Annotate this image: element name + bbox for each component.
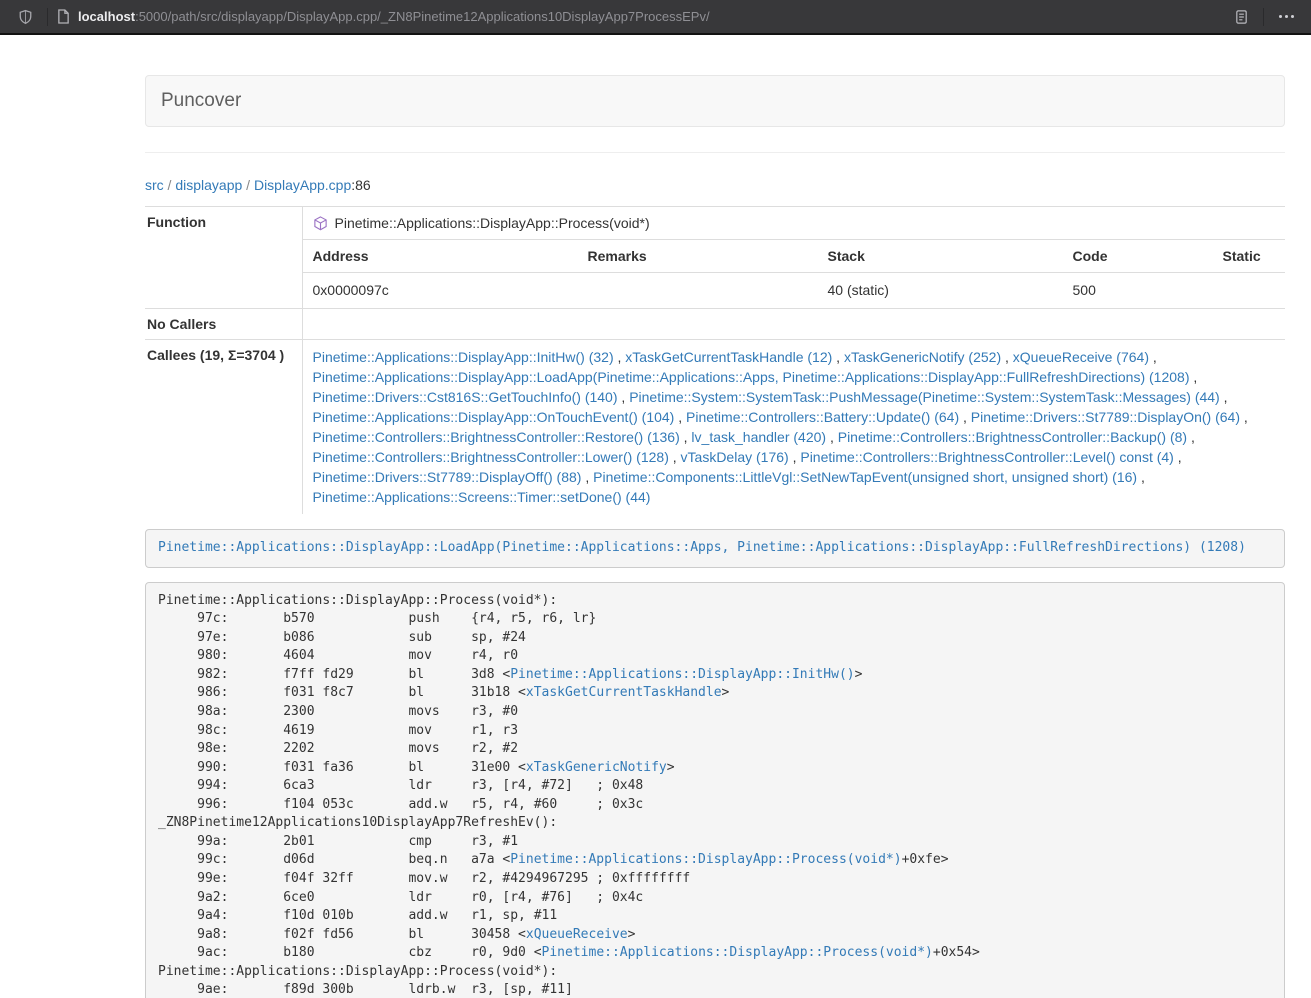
breadcrumb-separator: / (242, 177, 254, 193)
url-path: :5000/path/src/displayapp/DisplayApp.cpp… (135, 9, 710, 24)
tracking-shield-icon[interactable] (12, 4, 38, 30)
callee-link[interactable]: Pinetime::Components::LittleVgl::SetNewT… (593, 469, 1137, 485)
url-bar[interactable]: localhost:5000/path/src/displayapp/Displ… (57, 9, 710, 24)
disassembly: Pinetime::Applications::DisplayApp::Proc… (145, 582, 1285, 998)
function-name: Pinetime::Applications::DisplayApp::Proc… (335, 213, 650, 233)
code-value: 500 (1063, 273, 1213, 309)
col-static: Static (1213, 240, 1286, 273)
address-value: 0x0000097c (303, 273, 578, 309)
symbol-link[interactable]: xTaskGetCurrentTaskHandle (526, 685, 722, 700)
table-row-callees: Callees (19, Σ=3704 ) Pinetime::Applicat… (145, 340, 1285, 515)
table-row-function: Function Pinetime::Applications::Display… (145, 207, 1285, 309)
toolbar-divider (47, 8, 48, 26)
no-callers-label: No Callers (145, 309, 302, 340)
callee-link[interactable]: Pinetime::Controllers::Battery::Update()… (686, 409, 959, 425)
callee-link[interactable]: Pinetime::Controllers::BrightnessControl… (313, 449, 669, 465)
callee-link[interactable]: Pinetime::Applications::DisplayApp::OnTo… (313, 409, 675, 425)
breadcrumb-link[interactable]: displayapp (175, 177, 242, 193)
url-host: localhost (78, 9, 135, 24)
static-value (1213, 273, 1286, 309)
callee-link[interactable]: Pinetime::System::SystemTask::PushMessag… (629, 389, 1220, 405)
symbol-link[interactable]: xQueueReceive (526, 927, 628, 942)
callee-link[interactable]: Pinetime::Applications::DisplayApp::Init… (313, 349, 614, 365)
breadcrumb-line-number: :86 (351, 177, 370, 193)
breadcrumb-separator: / (164, 177, 176, 193)
symbol-cube-icon (313, 216, 328, 231)
snippet-box: Pinetime::Applications::DisplayApp::Load… (145, 529, 1285, 568)
col-code: Code (1063, 240, 1213, 273)
symbol-link[interactable]: xTaskGenericNotify (526, 760, 667, 775)
callee-link[interactable]: lv_task_handler (420) (691, 429, 826, 445)
callees-label: Callees (19, Σ=3704 ) (145, 340, 302, 515)
function-label: Function (145, 207, 302, 309)
function-detail-table: Address Remarks Stack Code Static 0x0000… (303, 239, 1286, 308)
symbol-link[interactable]: Pinetime::Applications::DisplayApp::Init… (510, 667, 854, 682)
stack-value: 40 (static) (818, 273, 1063, 309)
overflow-menu-icon[interactable] (1273, 4, 1299, 30)
callee-link[interactable]: Pinetime::Drivers::St7789::DisplayOn() (… (971, 409, 1240, 425)
reader-mode-icon[interactable] (1228, 4, 1254, 30)
callee-link[interactable]: xTaskGetCurrentTaskHandle (12) (625, 349, 832, 365)
app-title-banner: Puncover (145, 75, 1285, 127)
callee-link[interactable]: vTaskDelay (176) (681, 449, 789, 465)
callees-list: Pinetime::Applications::DisplayApp::Init… (302, 340, 1285, 515)
table-row-no-callers: No Callers (145, 309, 1285, 340)
toolbar-divider (1263, 8, 1264, 26)
symbol-link[interactable]: Pinetime::Applications::DisplayApp::Proc… (510, 852, 901, 867)
page-icon (57, 9, 70, 24)
function-info-table: Function Pinetime::Applications::Display… (145, 206, 1285, 514)
col-stack: Stack (818, 240, 1063, 273)
symbol-link[interactable]: Pinetime::Applications::DisplayApp::Proc… (542, 945, 933, 960)
callee-link[interactable]: Pinetime::Controllers::BrightnessControl… (800, 449, 1173, 465)
callee-link[interactable]: Pinetime::Applications::Screens::Timer::… (313, 489, 651, 505)
callee-link[interactable]: xQueueReceive (764) (1013, 349, 1149, 365)
loadapp-symbol-link[interactable]: Pinetime::Applications::DisplayApp::Load… (158, 540, 1246, 555)
breadcrumb-link[interactable]: src (145, 177, 164, 193)
callee-link[interactable]: Pinetime::Drivers::Cst816S::GetTouchInfo… (313, 389, 618, 405)
callee-link[interactable]: Pinetime::Controllers::BrightnessControl… (313, 429, 680, 445)
remarks-value (578, 273, 818, 309)
callee-link[interactable]: Pinetime::Applications::DisplayApp::Load… (313, 369, 1190, 385)
breadcrumb: src / displayapp / DisplayApp.cpp:86 (145, 177, 1285, 193)
col-address: Address (303, 240, 578, 273)
callee-link[interactable]: Pinetime::Controllers::BrightnessControl… (838, 429, 1187, 445)
app-title[interactable]: Puncover (161, 90, 241, 112)
callee-link[interactable]: xTaskGenericNotify (252) (844, 349, 1001, 365)
breadcrumb-link[interactable]: DisplayApp.cpp (254, 177, 351, 193)
table-row-values: 0x0000097c 40 (static) 500 (303, 273, 1286, 309)
callee-link[interactable]: Pinetime::Drivers::St7789::DisplayOff() … (313, 469, 582, 485)
col-remarks: Remarks (578, 240, 818, 273)
divider (145, 152, 1285, 153)
browser-toolbar: localhost:5000/path/src/displayapp/Displ… (0, 0, 1311, 35)
